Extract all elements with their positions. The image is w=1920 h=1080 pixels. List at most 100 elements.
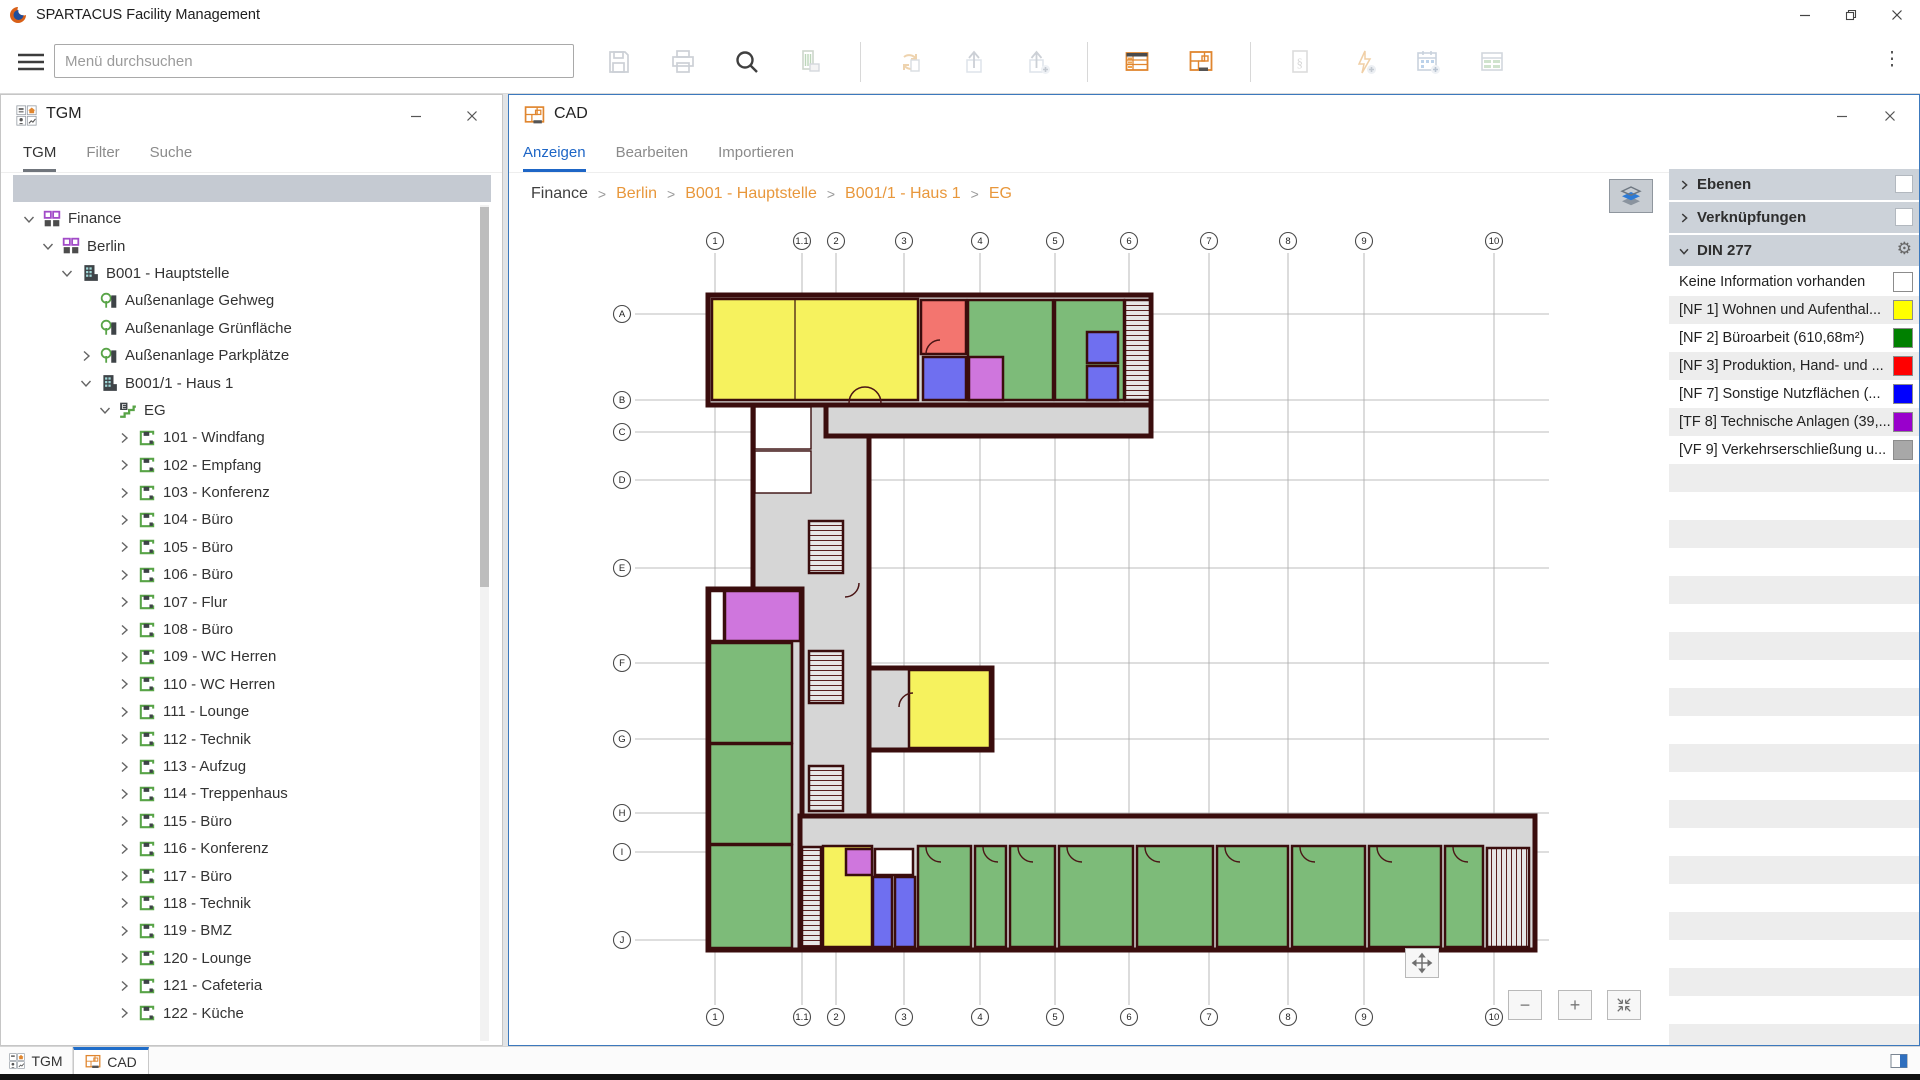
chevron-right-icon[interactable] bbox=[116, 567, 132, 583]
chevron-down-icon[interactable] bbox=[21, 211, 37, 227]
layer-visibility-checkbox[interactable] bbox=[1895, 208, 1913, 226]
tgm-minimize-icon[interactable] bbox=[401, 101, 431, 131]
tree-item[interactable]: 106 - Büro bbox=[1, 561, 504, 588]
tree-item[interactable]: Außenanlage Grünfläche bbox=[1, 315, 504, 342]
tree-item[interactable]: Finance bbox=[1, 205, 504, 232]
chevron-right-icon[interactable] bbox=[116, 594, 132, 610]
tree-item[interactable]: Außenanlage Parkplätze bbox=[1, 342, 504, 369]
fit-to-screen-button[interactable] bbox=[1607, 990, 1641, 1020]
chevron-right-icon[interactable] bbox=[116, 512, 132, 528]
tree-item[interactable]: 101 - Windfang bbox=[1, 424, 504, 451]
tree-item[interactable]: 122 - Küche bbox=[1, 999, 504, 1026]
close-icon[interactable] bbox=[1874, 0, 1920, 30]
tab-cad-bearbeiten[interactable]: Bearbeiten bbox=[616, 144, 689, 172]
chevron-right-icon[interactable] bbox=[116, 731, 132, 747]
tree-item[interactable]: 103 - Konferenz bbox=[1, 479, 504, 506]
layers-button[interactable] bbox=[1609, 179, 1653, 213]
search-icon[interactable] bbox=[732, 47, 762, 77]
tree-item[interactable]: 120 - Lounge bbox=[1, 945, 504, 972]
floor-plan-canvas[interactable]: 111.11.122334455667788991010ABCDEFGHIJ bbox=[509, 223, 1669, 1045]
tree-item[interactable]: 107 - Flur bbox=[1, 588, 504, 615]
zoom-out-button[interactable]: − bbox=[1508, 990, 1542, 1020]
hamburger-menu-icon[interactable] bbox=[18, 52, 44, 72]
tree-item[interactable]: 105 - Büro bbox=[1, 534, 504, 561]
chevron-down-icon[interactable] bbox=[78, 375, 94, 391]
chevron-right-icon[interactable] bbox=[116, 813, 132, 829]
menu-search-input[interactable] bbox=[54, 44, 574, 78]
tree-item[interactable]: 104 - Büro bbox=[1, 506, 504, 533]
tree-item[interactable]: 117 - Büro bbox=[1, 862, 504, 889]
breadcrumb-item[interactable]: EG bbox=[989, 185, 1012, 203]
chevron-right-icon[interactable] bbox=[116, 759, 132, 775]
chevron-right-icon[interactable] bbox=[116, 841, 132, 857]
chevron-down-icon[interactable] bbox=[59, 265, 75, 281]
tree-item[interactable]: Außenanlage Gehweg bbox=[1, 287, 504, 314]
breadcrumb-item[interactable]: Finance bbox=[531, 185, 588, 203]
breadcrumb-item[interactable]: B001 - Hauptstelle bbox=[685, 185, 817, 203]
tree-item[interactable]: B001 - Hauptstelle bbox=[1, 260, 504, 287]
tree-item[interactable]: 113 - Aufzug bbox=[1, 753, 504, 780]
tree-item[interactable]: 112 - Technik bbox=[1, 725, 504, 752]
tgm-close-icon[interactable] bbox=[457, 101, 487, 131]
tree-item[interactable]: 114 - Treppenhaus bbox=[1, 780, 504, 807]
chevron-right-icon[interactable] bbox=[116, 950, 132, 966]
taskbar-item-tgm[interactable]: TGM bbox=[0, 1047, 73, 1074]
chevron-right-icon[interactable] bbox=[116, 676, 132, 692]
breadcrumb-item[interactable]: Berlin bbox=[616, 185, 657, 203]
chevron-right-icon[interactable] bbox=[116, 649, 132, 665]
tree-item[interactable]: 111 - Lounge bbox=[1, 698, 504, 725]
chevron-right-icon[interactable] bbox=[78, 348, 94, 364]
panel-layout-icon[interactable] bbox=[1890, 1052, 1908, 1070]
chevron-right-icon[interactable] bbox=[1677, 178, 1691, 192]
cad-minimize-icon[interactable] bbox=[1827, 101, 1857, 131]
tree-item[interactable]: 121 - Cafeteria bbox=[1, 972, 504, 999]
tree-item[interactable]: 110 - WC Herren bbox=[1, 671, 504, 698]
gear-icon[interactable]: ⚙ bbox=[1897, 239, 1912, 259]
restore-icon[interactable] bbox=[1828, 0, 1874, 30]
chevron-right-icon[interactable] bbox=[116, 539, 132, 555]
cad-view-icon[interactable] bbox=[1186, 47, 1216, 77]
chevron-right-icon[interactable] bbox=[1677, 211, 1691, 225]
sidebar-section-ebenen[interactable]: Ebenen bbox=[1669, 169, 1919, 200]
tree-item[interactable]: B001/1 - Haus 1 bbox=[1, 369, 504, 396]
layer-visibility-checkbox[interactable] bbox=[1895, 175, 1913, 193]
minimize-icon[interactable] bbox=[1782, 0, 1828, 30]
tab-tgm-suche[interactable]: Suche bbox=[150, 144, 193, 172]
legend-row[interactable]: Keine Information vorhanden bbox=[1669, 268, 1919, 296]
tree-item[interactable]: 109 - WC Herren bbox=[1, 643, 504, 670]
chevron-right-icon[interactable] bbox=[116, 895, 132, 911]
chevron-right-icon[interactable] bbox=[116, 1005, 132, 1021]
tab-cad-importieren[interactable]: Importieren bbox=[718, 144, 794, 172]
chevron-right-icon[interactable] bbox=[116, 622, 132, 638]
chevron-down-icon[interactable] bbox=[40, 238, 56, 254]
legend-row[interactable]: [NF 7] Sonstige Nutzflächen (... bbox=[1669, 380, 1919, 408]
tree-scrollbar-thumb[interactable] bbox=[480, 207, 489, 587]
sidebar-section-din-277[interactable]: DIN 277⚙ bbox=[1669, 235, 1919, 266]
chevron-right-icon[interactable] bbox=[116, 485, 132, 501]
taskbar-item-cad[interactable]: CAD bbox=[73, 1047, 149, 1074]
chevron-right-icon[interactable] bbox=[116, 430, 132, 446]
floor-plan[interactable]: 111.11.122334455667788991010ABCDEFGHIJ bbox=[509, 223, 1669, 1045]
tree-item[interactable]: EEG bbox=[1, 397, 504, 424]
cad-close-icon[interactable] bbox=[1875, 101, 1905, 131]
tree-item[interactable]: 116 - Konferenz bbox=[1, 835, 504, 862]
toolbar-overflow-icon[interactable]: ⋮ bbox=[1882, 48, 1902, 71]
chevron-right-icon[interactable] bbox=[116, 868, 132, 884]
tree-item[interactable]: 102 - Empfang bbox=[1, 452, 504, 479]
tree-item[interactable]: Berlin bbox=[1, 232, 504, 259]
sidebar-section-verknüpfungen[interactable]: Verknüpfungen bbox=[1669, 202, 1919, 233]
tree-item[interactable]: 119 - BMZ bbox=[1, 917, 504, 944]
legend-row[interactable]: [NF 3] Produktion, Hand- und ... bbox=[1669, 352, 1919, 380]
chevron-right-icon[interactable] bbox=[116, 923, 132, 939]
tab-cad-anzeigen[interactable]: Anzeigen bbox=[523, 144, 586, 172]
tree-item[interactable]: 115 - Büro bbox=[1, 808, 504, 835]
chevron-down-icon[interactable] bbox=[97, 402, 113, 418]
chevron-right-icon[interactable] bbox=[116, 704, 132, 720]
chevron-right-icon[interactable] bbox=[116, 457, 132, 473]
chevron-down-icon[interactable] bbox=[1677, 244, 1691, 258]
chevron-right-icon[interactable] bbox=[116, 978, 132, 994]
building[interactable] bbox=[708, 295, 1535, 950]
office-rooms[interactable] bbox=[918, 846, 1483, 947]
tree-item[interactable]: 118 - Technik bbox=[1, 890, 504, 917]
legend-row[interactable]: [NF 2] Büroarbeit (610,68m²) bbox=[1669, 324, 1919, 352]
